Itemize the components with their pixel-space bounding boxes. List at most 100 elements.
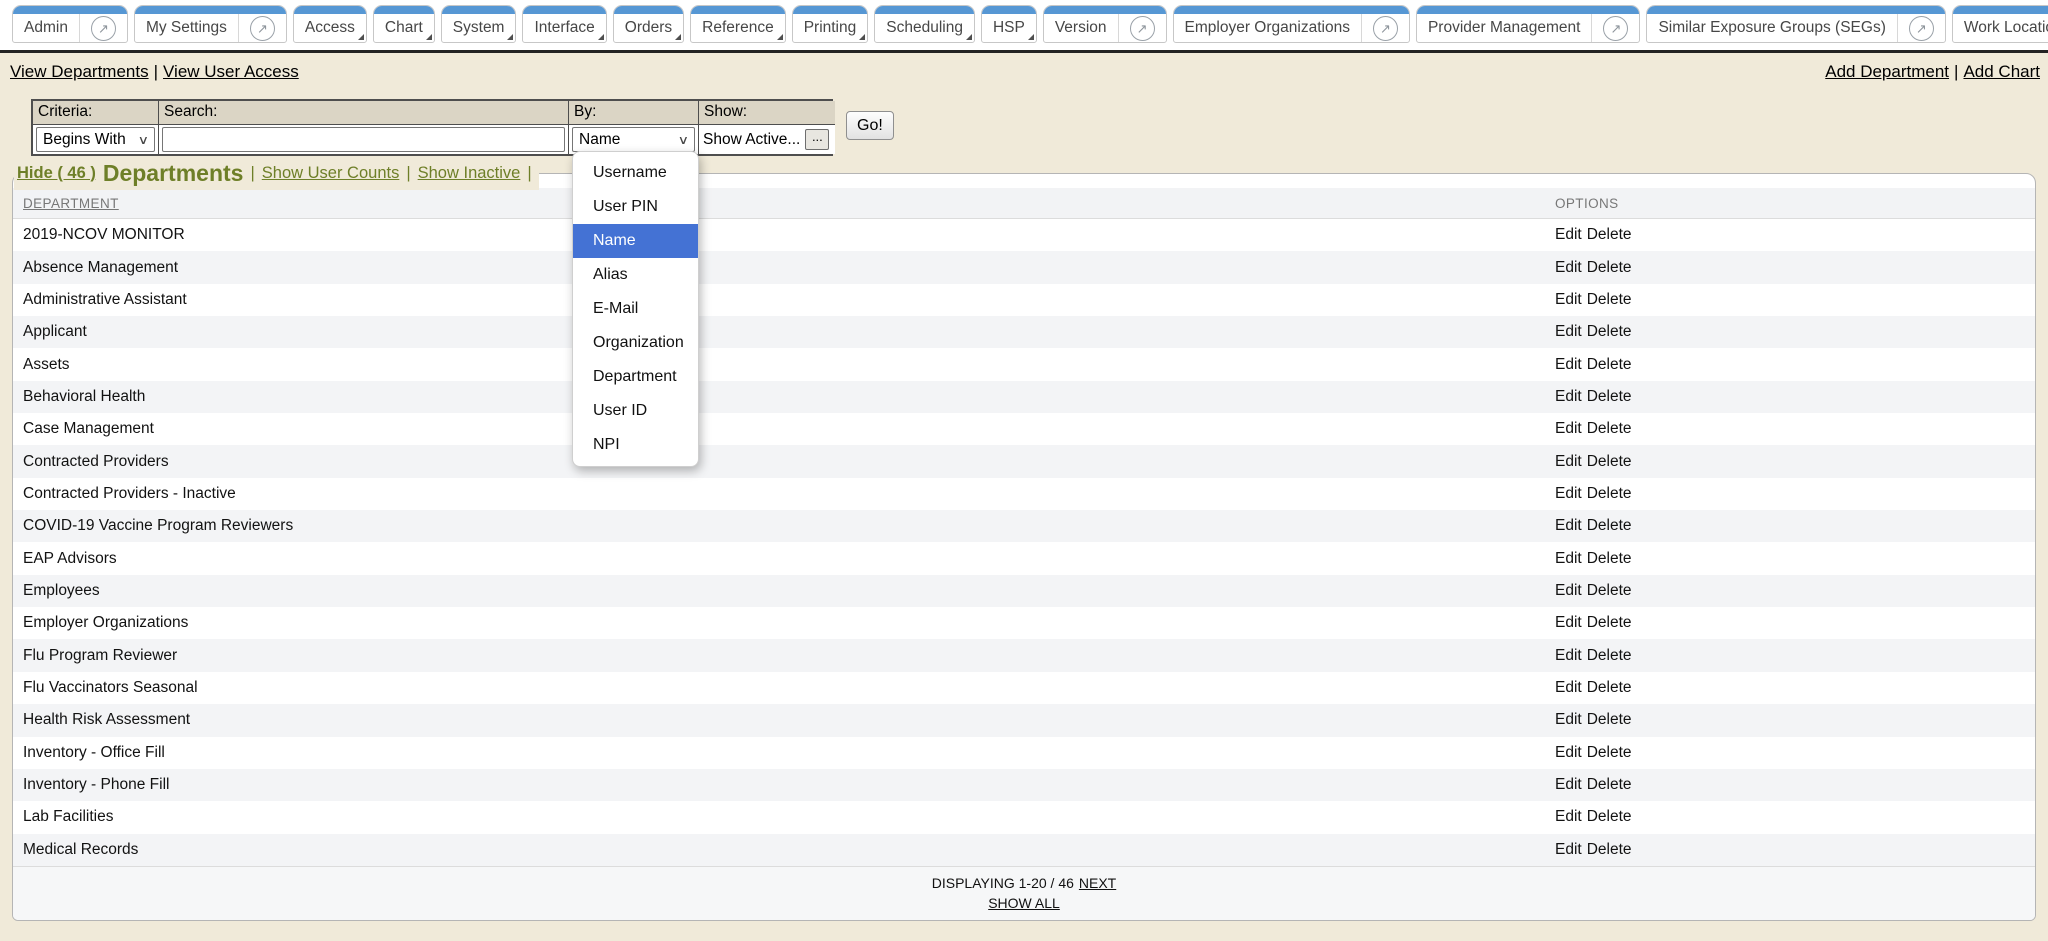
delete-link[interactable]: Delete: [1587, 808, 1632, 825]
departments-panel: DEPARTMENT OPTIONS 2019-NCOV MONITOR Edi…: [12, 173, 2036, 921]
page-toolbar: View Departments|View User Access Add De…: [10, 62, 2040, 82]
edit-link[interactable]: Edit: [1555, 517, 1582, 534]
edit-link[interactable]: Edit: [1555, 485, 1582, 502]
edit-link[interactable]: Edit: [1555, 808, 1582, 825]
menu-corner-icon: [675, 34, 681, 40]
table-row: Assets EditDelete: [13, 348, 2035, 380]
add-department-link[interactable]: Add Department: [1825, 62, 1949, 81]
edit-link[interactable]: Edit: [1555, 356, 1582, 373]
external-link-icon: ↗: [1909, 16, 1934, 41]
nav-tab-chart[interactable]: Chart: [373, 5, 435, 43]
delete-link[interactable]: Delete: [1587, 485, 1632, 502]
nav-tab-reference[interactable]: Reference: [690, 5, 786, 43]
edit-link[interactable]: Edit: [1555, 259, 1582, 276]
by-select[interactable]: Name ∨: [572, 127, 695, 152]
dropdown-item-npi[interactable]: NPI: [573, 428, 698, 462]
nav-tab-printing[interactable]: Printing: [792, 5, 869, 43]
delete-link[interactable]: Delete: [1587, 582, 1632, 599]
nav-tab-scheduling[interactable]: Scheduling: [874, 5, 975, 43]
delete-link[interactable]: Delete: [1587, 776, 1632, 793]
nav-tab-orders[interactable]: Orders: [613, 5, 684, 43]
nav-tab-system[interactable]: System: [441, 5, 517, 43]
table-row: Absence Management EditDelete: [13, 251, 2035, 283]
menu-corner-icon: [777, 34, 783, 40]
table-row: Employees Edit Delete: [13, 575, 2035, 607]
department-column-header[interactable]: DEPARTMENT: [23, 196, 119, 211]
tab-accent-bar: [1417, 6, 1640, 14]
edit-link[interactable]: Edit: [1555, 647, 1582, 664]
hide-count-link[interactable]: Hide ( 46 ): [17, 164, 96, 183]
edit-link[interactable]: Edit: [1555, 323, 1582, 340]
edit-link[interactable]: Edit: [1555, 453, 1582, 470]
delete-link[interactable]: Delete: [1587, 744, 1632, 761]
edit-link[interactable]: Edit: [1555, 420, 1582, 437]
tab-accent-bar: [982, 6, 1036, 14]
dropdown-item-department[interactable]: Department: [573, 360, 698, 394]
edit-link[interactable]: Edit: [1555, 744, 1582, 761]
delete-link[interactable]: Delete: [1587, 614, 1632, 631]
add-chart-link[interactable]: Add Chart: [1963, 62, 2040, 81]
delete-link[interactable]: Delete: [1587, 841, 1632, 858]
nav-tab-access[interactable]: Access: [293, 5, 367, 43]
delete-link[interactable]: Delete: [1587, 323, 1632, 340]
go-button[interactable]: Go!: [846, 111, 894, 140]
edit-link[interactable]: Edit: [1555, 550, 1582, 567]
external-link-icon: ↗: [1603, 16, 1628, 41]
delete-link[interactable]: Delete: [1587, 679, 1632, 696]
delete-link[interactable]: Delete: [1587, 226, 1632, 243]
delete-link[interactable]: Delete: [1587, 291, 1632, 308]
edit-link[interactable]: Edit: [1555, 711, 1582, 728]
table-body: 2019-NCOV MONITOR EditDelete Absence Man…: [13, 219, 2035, 866]
delete-link[interactable]: Delete: [1587, 711, 1632, 728]
edit-link[interactable]: Edit: [1555, 226, 1582, 243]
menu-corner-icon: [507, 34, 513, 40]
tab-accent-bar: [135, 6, 286, 14]
show-all-link[interactable]: SHOW ALL: [988, 895, 1060, 911]
next-link[interactable]: NEXT: [1079, 875, 1116, 891]
edit-link[interactable]: Edit: [1555, 841, 1582, 858]
nav-tab-interface[interactable]: Interface: [522, 5, 606, 43]
dropdown-item-name[interactable]: Name: [573, 224, 698, 258]
view-departments-link[interactable]: View Departments: [10, 62, 149, 81]
edit-link[interactable]: Edit: [1555, 776, 1582, 793]
show-inactive-link[interactable]: Show Inactive: [418, 164, 521, 183]
tab-accent-bar: [442, 6, 516, 14]
dropdown-item-user-pin[interactable]: User PIN: [573, 190, 698, 224]
show-user-counts-link[interactable]: Show User Counts: [262, 164, 400, 183]
delete-link[interactable]: Delete: [1587, 550, 1632, 567]
dropdown-item-user-id[interactable]: User ID: [573, 394, 698, 428]
dropdown-item-email[interactable]: E-Mail: [573, 292, 698, 326]
dropdown-item-username[interactable]: Username: [573, 156, 698, 190]
dropdown-item-alias[interactable]: Alias: [573, 258, 698, 292]
menu-corner-icon: [859, 34, 865, 40]
department-name: Employees: [13, 582, 1555, 600]
nav-tab-hsp[interactable]: HSP: [981, 5, 1037, 43]
edit-link[interactable]: Edit: [1555, 291, 1582, 308]
nav-tab-version: Version ↗: [1043, 5, 1167, 43]
delete-link[interactable]: Delete: [1587, 517, 1632, 534]
delete-link[interactable]: Delete: [1587, 259, 1632, 276]
table-row: Inventory - Office Fill EditDelete: [13, 737, 2035, 769]
delete-link[interactable]: Delete: [1587, 420, 1632, 437]
edit-link[interactable]: Edit: [1555, 388, 1582, 405]
tab-accent-bar: [1044, 6, 1166, 14]
criteria-select-value: Begins With: [43, 131, 126, 149]
delete-link[interactable]: Delete: [1587, 453, 1632, 470]
search-criteria-table: Criteria: Search: By: Show: Begins With …: [31, 99, 833, 156]
separator: |: [406, 164, 410, 183]
search-input[interactable]: [162, 127, 565, 152]
department-name: Inventory - Phone Fill: [13, 776, 1555, 794]
edit-link[interactable]: Edit: [1555, 679, 1582, 696]
separator: |: [250, 164, 254, 183]
delete-link[interactable]: Delete: [1587, 647, 1632, 664]
delete-link[interactable]: Delete: [1587, 388, 1632, 405]
browse-button[interactable]: ...: [805, 129, 829, 150]
criteria-select[interactable]: Begins With ∨: [36, 127, 155, 152]
edit-link[interactable]: Edit: [1555, 582, 1582, 599]
department-name: Health Risk Assessment: [13, 711, 1555, 729]
dropdown-item-organization[interactable]: Organization: [573, 326, 698, 360]
delete-link[interactable]: Delete: [1587, 356, 1632, 373]
menu-corner-icon: [426, 34, 432, 40]
edit-link[interactable]: Edit: [1555, 614, 1582, 631]
view-user-access-link[interactable]: View User Access: [163, 62, 299, 81]
